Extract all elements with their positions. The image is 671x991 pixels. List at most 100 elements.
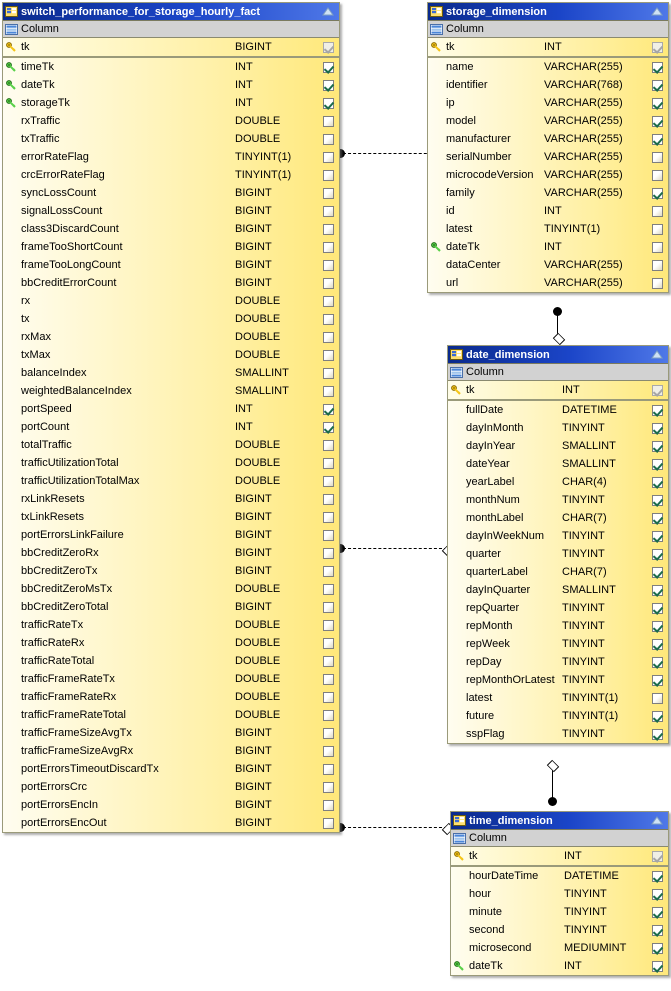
column-checkbox[interactable] xyxy=(317,529,339,541)
column-checkbox[interactable] xyxy=(646,674,668,686)
column-checkbox[interactable] xyxy=(317,259,339,271)
table-row[interactable]: rxMax DOUBLE xyxy=(3,328,339,346)
table-row[interactable]: crcErrorRateFlag TINYINT(1) xyxy=(3,166,339,184)
column-checkbox[interactable] xyxy=(646,656,668,668)
table-row[interactable]: frameTooLongCount BIGINT xyxy=(3,256,339,274)
table-row[interactable]: second TINYINT xyxy=(451,921,668,939)
column-checkbox[interactable] xyxy=(317,565,339,577)
table-row[interactable]: bbCreditZeroMsTx DOUBLE xyxy=(3,580,339,598)
column-checkbox[interactable] xyxy=(317,583,339,595)
table-title-bar[interactable]: switch_performance_for_storage_hourly_fa… xyxy=(3,3,339,21)
table-row[interactable]: latest TINYINT(1) xyxy=(428,220,668,238)
collapse-triangle-icon[interactable] xyxy=(321,6,335,18)
column-checkbox[interactable] xyxy=(646,422,668,434)
collapse-triangle-icon[interactable] xyxy=(650,815,664,827)
column-checkbox[interactable] xyxy=(646,404,668,416)
column-checkbox[interactable] xyxy=(317,61,339,73)
table-row[interactable]: rxTraffic DOUBLE xyxy=(3,112,339,130)
column-checkbox[interactable] xyxy=(646,620,668,632)
table-row[interactable]: portErrorsLinkFailure BIGINT xyxy=(3,526,339,544)
column-checkbox[interactable] xyxy=(317,313,339,325)
column-checkbox[interactable] xyxy=(646,384,668,396)
table-row[interactable]: repMonthOrLatest TINYINT xyxy=(448,671,668,689)
table-row[interactable]: dayInQuarter SMALLINT xyxy=(448,581,668,599)
table-row[interactable]: trafficFrameRateTotal DOUBLE xyxy=(3,706,339,724)
table-row[interactable]: bbCreditZeroTotal BIGINT xyxy=(3,598,339,616)
column-checkbox[interactable] xyxy=(646,241,668,253)
column-checkbox[interactable] xyxy=(646,277,668,289)
column-checkbox[interactable] xyxy=(646,476,668,488)
table-row[interactable]: syncLossCount BIGINT xyxy=(3,184,339,202)
table-row[interactable]: portCount INT xyxy=(3,418,339,436)
column-checkbox[interactable] xyxy=(317,475,339,487)
table-row[interactable]: dayInMonth TINYINT xyxy=(448,419,668,437)
table-date-dimension[interactable]: date_dimension Column tk INT fullDate DA… xyxy=(447,345,669,744)
table-row[interactable]: tk INT xyxy=(451,847,668,865)
table-time-dimension[interactable]: time_dimension Column tk INT hourDateTim… xyxy=(450,811,669,976)
table-row[interactable]: bbCreditZeroRx BIGINT xyxy=(3,544,339,562)
column-checkbox[interactable] xyxy=(646,924,668,936)
column-checkbox[interactable] xyxy=(646,960,668,972)
column-checkbox[interactable] xyxy=(646,494,668,506)
table-row[interactable]: weightedBalanceIndex SMALLINT xyxy=(3,382,339,400)
column-checkbox[interactable] xyxy=(317,547,339,559)
column-checkbox[interactable] xyxy=(317,457,339,469)
column-checkbox[interactable] xyxy=(646,906,668,918)
table-row[interactable]: balanceIndex SMALLINT xyxy=(3,364,339,382)
table-row[interactable]: yearLabel CHAR(4) xyxy=(448,473,668,491)
column-checkbox[interactable] xyxy=(317,511,339,523)
column-checkbox[interactable] xyxy=(646,850,668,862)
table-row[interactable]: totalTraffic DOUBLE xyxy=(3,436,339,454)
column-checkbox[interactable] xyxy=(646,602,668,614)
collapse-triangle-icon[interactable] xyxy=(650,349,664,361)
column-checkbox[interactable] xyxy=(317,745,339,757)
table-row[interactable]: rxLinkResets BIGINT xyxy=(3,490,339,508)
column-checkbox[interactable] xyxy=(646,187,668,199)
table-row[interactable]: txLinkResets BIGINT xyxy=(3,508,339,526)
column-checkbox[interactable] xyxy=(646,566,668,578)
table-row[interactable]: frameTooShortCount BIGINT xyxy=(3,238,339,256)
column-checkbox[interactable] xyxy=(646,41,668,53)
column-checkbox[interactable] xyxy=(646,728,668,740)
table-row[interactable]: portErrorsCrc BIGINT xyxy=(3,778,339,796)
table-row[interactable]: trafficUtilizationTotalMax DOUBLE xyxy=(3,472,339,490)
table-row[interactable]: quarterLabel CHAR(7) xyxy=(448,563,668,581)
column-checkbox[interactable] xyxy=(646,97,668,109)
table-row[interactable]: repDay TINYINT xyxy=(448,653,668,671)
table-row[interactable]: dataCenter VARCHAR(255) xyxy=(428,256,668,274)
table-row[interactable]: minute TINYINT xyxy=(451,903,668,921)
table-row[interactable]: storageTk INT xyxy=(3,94,339,112)
table-row[interactable]: timeTk INT xyxy=(3,58,339,76)
column-checkbox[interactable] xyxy=(317,223,339,235)
column-checkbox[interactable] xyxy=(317,367,339,379)
table-row[interactable]: portErrorsEncIn BIGINT xyxy=(3,796,339,814)
column-checkbox[interactable] xyxy=(317,41,339,53)
column-checkbox[interactable] xyxy=(317,439,339,451)
column-checkbox[interactable] xyxy=(317,709,339,721)
table-row[interactable]: identifier VARCHAR(768) xyxy=(428,76,668,94)
column-checkbox[interactable] xyxy=(646,61,668,73)
column-checkbox[interactable] xyxy=(317,385,339,397)
table-row[interactable]: dateTk INT xyxy=(451,957,668,975)
column-checkbox[interactable] xyxy=(317,133,339,145)
table-row[interactable]: bbCreditZeroTx BIGINT xyxy=(3,562,339,580)
column-checkbox[interactable] xyxy=(317,421,339,433)
table-switch-performance-for-storage-hourly-fact[interactable]: switch_performance_for_storage_hourly_fa… xyxy=(2,2,340,833)
table-row[interactable]: quarter TINYINT xyxy=(448,545,668,563)
column-checkbox[interactable] xyxy=(646,133,668,145)
table-row[interactable]: repWeek TINYINT xyxy=(448,635,668,653)
column-checkbox[interactable] xyxy=(646,870,668,882)
table-row[interactable]: hourDateTime DATETIME xyxy=(451,867,668,885)
column-checkbox[interactable] xyxy=(317,601,339,613)
table-row[interactable]: rx DOUBLE xyxy=(3,292,339,310)
table-row[interactable]: trafficFrameRateRx DOUBLE xyxy=(3,688,339,706)
column-checkbox[interactable] xyxy=(646,942,668,954)
table-row[interactable]: hour TINYINT xyxy=(451,885,668,903)
table-title-bar[interactable]: date_dimension xyxy=(448,346,668,364)
column-checkbox[interactable] xyxy=(646,79,668,91)
table-row[interactable]: dateTk INT xyxy=(428,238,668,256)
column-checkbox[interactable] xyxy=(646,440,668,452)
table-row[interactable]: monthLabel CHAR(7) xyxy=(448,509,668,527)
table-row[interactable]: sspFlag TINYINT xyxy=(448,725,668,743)
table-row[interactable]: class3DiscardCount BIGINT xyxy=(3,220,339,238)
